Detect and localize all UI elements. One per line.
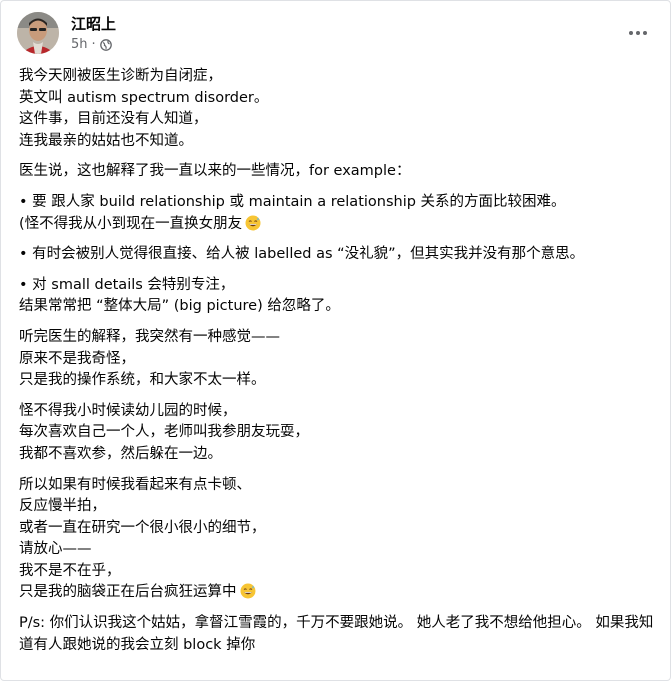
paragraph: 医生说，这也解释了我一直以来的一些情况，for example： — [19, 161, 659, 183]
more-options-icon[interactable] — [624, 23, 652, 43]
text-line: 我今天刚被医生诊断为自闭症， — [19, 68, 222, 84]
author-name[interactable]: 江昭上 — [71, 13, 116, 34]
text-line: 我都不喜欢参，然后躲在一边。 — [19, 445, 222, 462]
paragraph: P/s: 你们认识我这个姑姑，拿督江雪霞的，千万不要跟她说。 她人老了我不想给他… — [19, 613, 659, 656]
text-line: 或者一直在研究一个很小很小的细节， — [19, 519, 266, 536]
paragraph: 怪不得我小时候读幼儿园的时候， 每次喜欢自己一个人，老师叫我参朋友玩耍， 我都不… — [19, 401, 659, 466]
text-line: 英文叫 autism spectrum disorder。 — [19, 89, 269, 106]
text-line: 所以如果有时候我看起来有点卡顿、 — [19, 476, 251, 493]
text-line: 请放心—— — [19, 541, 92, 558]
text-line: 这件事，目前还没有人知道， — [19, 111, 208, 128]
text-line: 只是我的脑袋正在后台疯狂运算中 — [19, 582, 659, 604]
globe-icon[interactable] — [99, 38, 112, 51]
text-fragment: (怪不得我从小到现在一直换女朋友 — [19, 215, 243, 232]
text-fragment: 只是我的脑袋正在后台疯狂运算中 — [19, 584, 237, 601]
grinning-sweat-emoji-icon — [245, 215, 261, 231]
grinning-sweat-emoji-icon — [240, 583, 256, 599]
text-line: • 要 跟人家 build relationship 或 maintain a … — [19, 193, 566, 210]
text-line: 医生说，这也解释了我一直以来的一些情况，for example： — [19, 163, 411, 180]
avatar[interactable] — [17, 12, 59, 54]
text-line: • 对 small details 会特别专注， — [19, 276, 235, 293]
text-line: 听完医生的解释，我突然有一种感觉—— — [19, 328, 280, 345]
paragraph: 听完医生的解释，我突然有一种感觉—— 原来不是我奇怪， 只是我的操作系统，和大家… — [19, 327, 659, 392]
paragraph: • 要 跟人家 build relationship 或 maintain a … — [19, 192, 659, 235]
meta-separator: · — [91, 37, 96, 52]
text-line: 连我最亲的姑姑也不知道。 — [19, 132, 193, 149]
paragraph: 所以如果有时候我看起来有点卡顿、 反应慢半拍， 或者一直在研究一个很小很小的细节… — [19, 475, 659, 605]
text-line: • 有时会被别人觉得很直接、给人被 labelled as “没礼貌”，但其实我… — [19, 246, 585, 263]
text-line: 每次喜欢自己一个人，老师叫我参朋友玩耍， — [19, 424, 309, 441]
text-line: P/s: 你们认识我这个姑姑，拿督江雪霞的，千万不要跟她说。 她人老了我不想给他… — [19, 615, 654, 653]
text-line: 原来不是我奇怪， — [19, 350, 135, 367]
text-line: 怪不得我小时候读幼儿园的时候， — [19, 402, 237, 419]
post-time[interactable]: 5h — [71, 37, 88, 52]
paragraph: • 对 small details 会特别专注， 结果常常把 “整体大局” (b… — [19, 275, 659, 318]
avatar-photo — [17, 12, 59, 54]
text-line: (怪不得我从小到现在一直换女朋友 — [19, 214, 659, 236]
text-line: 反应慢半拍， — [19, 498, 106, 515]
paragraph: • 有时会被别人觉得很直接、给人被 labelled as “没礼貌”，但其实我… — [19, 244, 659, 266]
paragraph: 我今天刚被医生诊断为自闭症， 英文叫 autism spectrum disor… — [19, 66, 659, 152]
text-line: 我不是不在乎， — [19, 562, 121, 579]
post-meta: 5h · — [71, 37, 112, 52]
text-line: 结果常常把 “整体大局” (big picture) 给忽略了。 — [19, 298, 340, 315]
text-line: 只是我的操作系统，和大家不太一样。 — [19, 372, 266, 389]
facebook-post: 江昭上 5h · 我今天刚被医生诊断为自闭症， 英文叫 autism spect… — [0, 0, 671, 681]
post-text: 我今天刚被医生诊断为自闭症， 英文叫 autism spectrum disor… — [19, 66, 659, 665]
